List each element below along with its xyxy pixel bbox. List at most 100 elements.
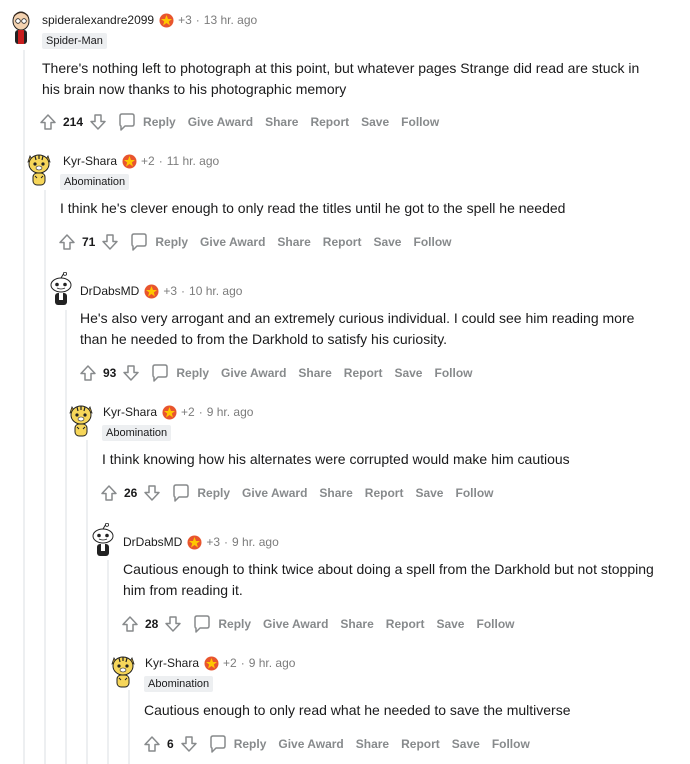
user-flair: Spider-Man — [42, 33, 107, 49]
comment-body: Cautious enough to only read what he nee… — [144, 702, 571, 718]
reply-label: Reply — [143, 115, 176, 129]
comment-bubble-icon — [173, 484, 190, 502]
follow-button[interactable]: Follow — [401, 115, 439, 129]
follow-button[interactable]: Follow — [413, 235, 451, 249]
award-icon[interactable] — [204, 656, 219, 671]
thread-line[interactable] — [128, 690, 130, 764]
snoo-avatar-icon[interactable] — [46, 271, 76, 306]
timestamp[interactable]: 9 hr. ago — [249, 656, 296, 670]
award-icon[interactable] — [159, 13, 174, 28]
user-flair: Abomination — [144, 676, 214, 692]
upvote-icon[interactable] — [100, 484, 118, 502]
share-button[interactable]: Share — [265, 115, 298, 129]
timestamp[interactable]: 9 hr. ago — [232, 535, 279, 549]
downvote-icon[interactable] — [143, 484, 161, 502]
follow-button[interactable]: Follow — [455, 486, 493, 500]
username[interactable]: spideralexandre2099 — [42, 13, 154, 27]
share-button[interactable]: Share — [277, 235, 310, 249]
karma-count: +2 — [141, 154, 155, 168]
follow-button[interactable]: Follow — [492, 737, 530, 751]
save-button[interactable]: Save — [373, 235, 401, 249]
timestamp[interactable]: 11 hr. ago — [167, 154, 220, 168]
report-button[interactable]: Report — [386, 617, 425, 631]
username[interactable]: Kyr-Shara — [63, 154, 117, 168]
timestamp[interactable]: 9 hr. ago — [207, 405, 254, 419]
comment-body: I think knowing how his alternates were … — [102, 451, 570, 467]
tiger-avatar-icon[interactable] — [108, 654, 138, 688]
timestamp[interactable]: 13 hr. ago — [204, 13, 257, 27]
save-button[interactable]: Save — [452, 737, 480, 751]
vote-score: 6 — [167, 737, 174, 751]
give-award-button[interactable]: Give Award — [221, 366, 286, 380]
follow-button[interactable]: Follow — [476, 617, 514, 631]
karma-count: +2 — [223, 656, 237, 670]
reply-button[interactable]: Reply — [192, 614, 251, 634]
award-icon[interactable] — [162, 405, 177, 420]
share-button[interactable]: Share — [356, 737, 389, 751]
tiger-avatar-icon[interactable] — [24, 152, 54, 186]
reply-label: Reply — [233, 737, 267, 751]
reply-label: Reply — [155, 235, 189, 249]
snoo-avatar-icon[interactable] — [88, 522, 118, 557]
follow-button[interactable]: Follow — [434, 366, 472, 380]
downvote-icon[interactable] — [89, 113, 107, 131]
save-button[interactable]: Save — [361, 115, 389, 129]
share-button[interactable]: Share — [298, 366, 331, 380]
award-icon[interactable] — [187, 535, 202, 550]
downvote-icon[interactable] — [164, 615, 182, 633]
separator: · — [181, 284, 186, 298]
upvote-icon[interactable] — [39, 113, 57, 131]
comment-bubble-icon — [152, 364, 169, 382]
karma-count: +2 — [181, 405, 195, 419]
separator: · — [195, 13, 200, 27]
user-flair: Abomination — [102, 425, 172, 441]
report-button[interactable]: Report — [310, 115, 349, 129]
vote-score: 93 — [103, 366, 117, 380]
give-award-button[interactable]: Give Award — [278, 737, 343, 751]
report-button[interactable]: Report — [365, 486, 404, 500]
save-button[interactable]: Save — [436, 617, 464, 631]
thread-line[interactable] — [65, 310, 67, 764]
upvote-icon[interactable] — [121, 615, 139, 633]
save-button[interactable]: Save — [415, 486, 443, 500]
tiger-avatar-icon[interactable] — [66, 403, 96, 437]
save-button[interactable]: Save — [394, 366, 422, 380]
downvote-icon[interactable] — [122, 364, 140, 382]
reply-button[interactable]: Reply — [150, 363, 209, 383]
karma-count: +3 — [206, 535, 221, 549]
give-award-button[interactable]: Give Award — [242, 486, 307, 500]
timestamp[interactable]: 10 hr. ago — [189, 284, 242, 298]
give-award-button[interactable]: Give Award — [188, 115, 253, 129]
upvote-icon[interactable] — [143, 735, 161, 753]
share-button[interactable]: Share — [340, 617, 373, 631]
upvote-icon[interactable] — [79, 364, 97, 382]
username[interactable]: Kyr-Shara — [103, 405, 157, 419]
reply-button[interactable]: Reply — [171, 483, 230, 503]
downvote-icon[interactable] — [180, 735, 198, 753]
reply-button[interactable]: Reply — [129, 232, 188, 252]
thread-line[interactable] — [86, 440, 88, 764]
username[interactable]: DrDabsMD — [123, 535, 182, 549]
comment-body: He's also very arrogant and an extremely… — [80, 310, 635, 347]
report-button[interactable]: Report — [401, 737, 440, 751]
share-button[interactable]: Share — [319, 486, 352, 500]
reply-button[interactable]: Reply — [117, 112, 176, 132]
separator: · — [224, 535, 229, 549]
comment-body: Cautious enough to think twice about doi… — [123, 561, 654, 598]
downvote-icon[interactable] — [101, 233, 119, 251]
award-icon[interactable] — [122, 154, 137, 169]
upvote-icon[interactable] — [58, 233, 76, 251]
give-award-button[interactable]: Give Award — [200, 235, 265, 249]
username[interactable]: Kyr-Shara — [145, 656, 199, 670]
comment-bubble-icon — [131, 233, 148, 251]
report-button[interactable]: Report — [344, 366, 383, 380]
separator: · — [158, 154, 163, 168]
separator: · — [240, 656, 245, 670]
report-button[interactable]: Report — [323, 235, 362, 249]
give-award-button[interactable]: Give Award — [263, 617, 328, 631]
reply-button[interactable]: Reply — [208, 734, 267, 754]
username[interactable]: DrDabsMD — [80, 284, 139, 298]
award-icon[interactable] — [144, 284, 159, 299]
separator: · — [198, 405, 203, 419]
spider-man-avatar-icon[interactable] — [6, 10, 36, 44]
